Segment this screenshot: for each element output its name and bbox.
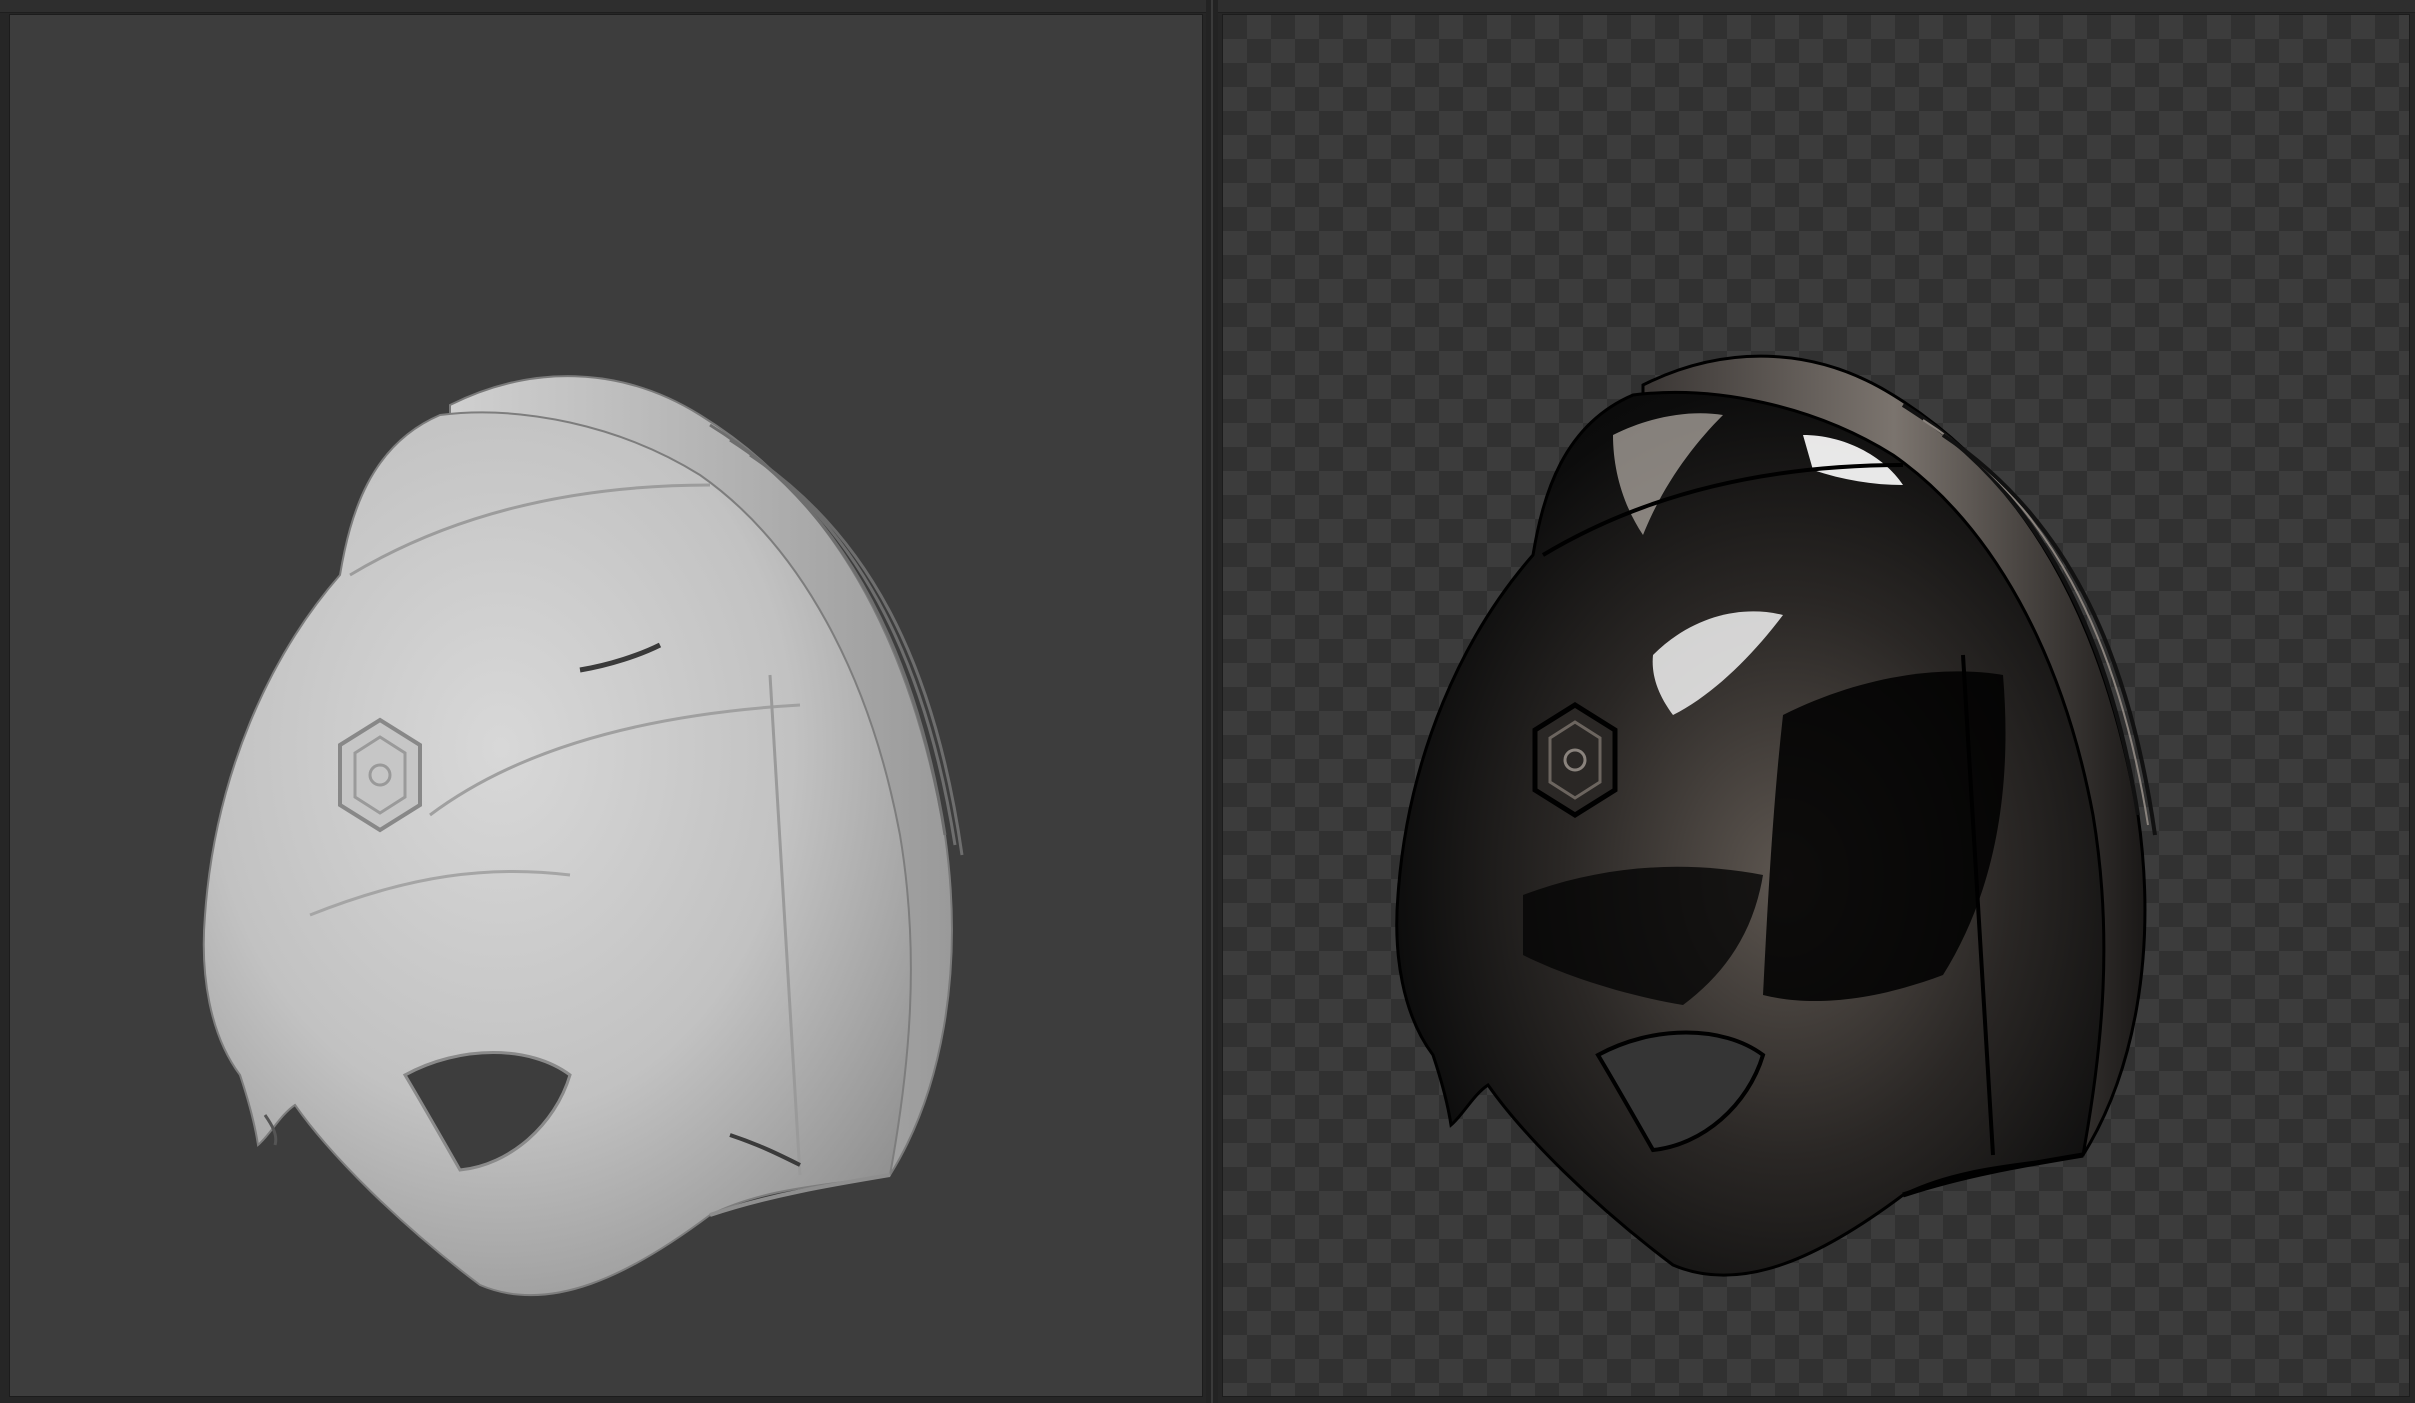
hexagon-emblem-icon [1532, 702, 1618, 818]
hexagon-emblem-icon [338, 717, 422, 833]
helmet-model-rendered[interactable] [1223, 15, 2410, 1397]
rendered-viewport[interactable] [1222, 14, 2410, 1397]
app-window [0, 0, 2415, 1403]
splitter-grip[interactable] [1211, 0, 1213, 1403]
viewport-splitter[interactable] [1206, 0, 1218, 1403]
helmet-model-solid[interactable] [10, 15, 1203, 1397]
solid-viewport[interactable] [9, 14, 1203, 1397]
